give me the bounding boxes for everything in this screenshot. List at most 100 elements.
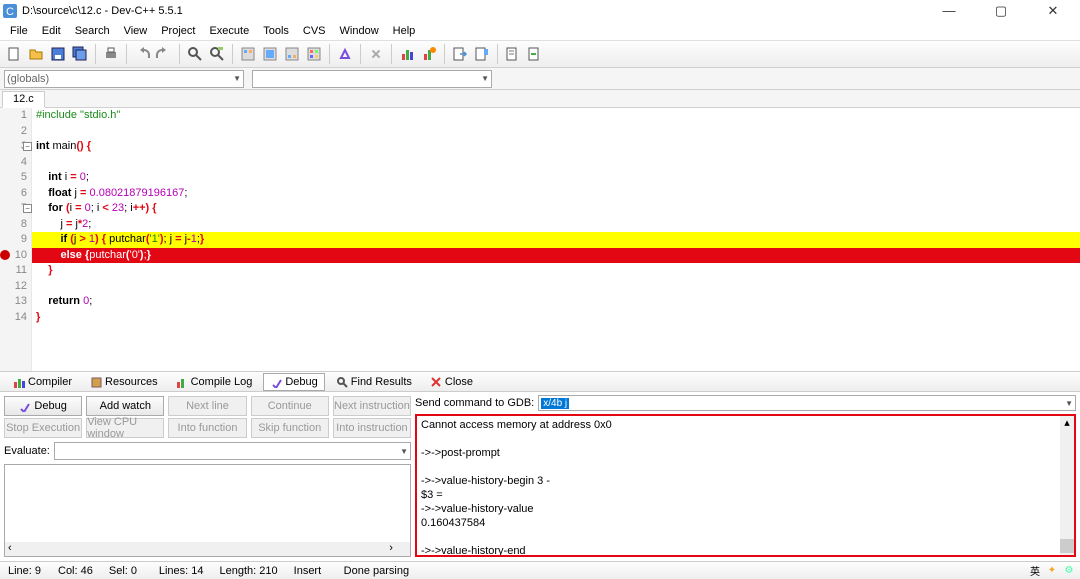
tray-icon[interactable]: ✦ bbox=[1045, 564, 1059, 578]
stop-icon[interactable] bbox=[366, 44, 386, 64]
debug-btn-into-instruction: Into instruction bbox=[333, 418, 411, 438]
bookmark-icon[interactable] bbox=[472, 44, 492, 64]
code-line[interactable]: } bbox=[32, 310, 1080, 326]
tray-icon[interactable]: ⚙ bbox=[1062, 564, 1076, 578]
rebuild-icon[interactable] bbox=[304, 44, 324, 64]
console-line: ->->post-prompt bbox=[421, 446, 1070, 460]
run-icon[interactable] bbox=[260, 44, 280, 64]
statusbar: Line: 9 Col: 46 Sel: 0 Lines: 14 Length:… bbox=[0, 561, 1080, 579]
console-line bbox=[421, 432, 1070, 446]
menu-search[interactable]: Search bbox=[69, 24, 116, 38]
redo-icon[interactable] bbox=[154, 44, 174, 64]
profile2-icon[interactable] bbox=[419, 44, 439, 64]
menu-help[interactable]: Help bbox=[387, 24, 422, 38]
status-lines: Lines: 14 bbox=[151, 565, 212, 577]
code-line[interactable] bbox=[32, 279, 1080, 295]
insert-icon[interactable] bbox=[503, 44, 523, 64]
print-icon[interactable] bbox=[101, 44, 121, 64]
code-line[interactable]: else {putchar('0');} bbox=[32, 248, 1080, 264]
status-mode: Insert bbox=[286, 565, 336, 577]
editor-tabstrip: 12.c bbox=[0, 90, 1080, 108]
evaluate-output[interactable]: ‹› bbox=[4, 464, 411, 557]
evaluate-combo[interactable]: ▼ bbox=[54, 442, 411, 460]
debug-btn-stop-execution: Stop Execution bbox=[4, 418, 82, 438]
close-button[interactable]: ✕ bbox=[1036, 3, 1070, 19]
status-sel: Sel: 0 bbox=[101, 565, 151, 577]
code-line[interactable]: int main() { bbox=[32, 139, 1080, 155]
code-line[interactable]: return 0; bbox=[32, 294, 1080, 310]
compile-run-icon[interactable] bbox=[282, 44, 302, 64]
menu-edit[interactable]: Edit bbox=[36, 24, 67, 38]
bottom-tab-compilelog[interactable]: Compile Log bbox=[169, 373, 260, 391]
profile-icon[interactable] bbox=[397, 44, 417, 64]
undo-icon[interactable] bbox=[132, 44, 152, 64]
code-line[interactable]: if (j > 1) { putchar('1'); j = j-1;} bbox=[32, 232, 1080, 248]
app-icon: C bbox=[2, 3, 18, 19]
gdb-label: Send command to GDB: bbox=[415, 397, 534, 409]
bottom-tab-close[interactable]: Close bbox=[423, 373, 480, 391]
debug-btn-next-line: Next line bbox=[168, 396, 246, 416]
bottom-tab-compiler[interactable]: Compiler bbox=[6, 373, 79, 391]
code-line[interactable]: for (i = 0; i < 23; i++) { bbox=[32, 201, 1080, 217]
evaluate-label: Evaluate: bbox=[4, 445, 50, 457]
debug-btn-view-cpu-window: View CPU window bbox=[86, 418, 164, 438]
menu-tools[interactable]: Tools bbox=[257, 24, 295, 38]
code-line[interactable]: j = j*2; bbox=[32, 217, 1080, 233]
tray-icon[interactable]: 英 bbox=[1028, 564, 1042, 578]
menu-project[interactable]: Project bbox=[155, 24, 201, 38]
menu-window[interactable]: Window bbox=[334, 24, 385, 38]
code-line[interactable] bbox=[32, 155, 1080, 171]
maximize-button[interactable]: ▢ bbox=[984, 3, 1018, 19]
debug-btn-add-watch[interactable]: Add watch bbox=[86, 396, 164, 416]
main-toolbar bbox=[0, 40, 1080, 68]
open-file-icon[interactable] bbox=[26, 44, 46, 64]
status-parse: Done parsing bbox=[336, 565, 1028, 577]
bottom-tab-debug[interactable]: Debug bbox=[263, 373, 324, 391]
members-combo[interactable]: ▼ bbox=[252, 70, 492, 88]
code-line[interactable]: } bbox=[32, 263, 1080, 279]
breakpoint-icon[interactable] bbox=[0, 250, 10, 260]
new-file-icon[interactable] bbox=[4, 44, 24, 64]
status-length: Length: 210 bbox=[212, 565, 286, 577]
menu-file[interactable]: File bbox=[4, 24, 34, 38]
code-line[interactable]: int i = 0; bbox=[32, 170, 1080, 186]
editor-tab[interactable]: 12.c bbox=[2, 91, 45, 108]
console-line bbox=[421, 460, 1070, 474]
menu-cvs[interactable]: CVS bbox=[297, 24, 332, 38]
debug-icon[interactable] bbox=[335, 44, 355, 64]
scrollbar-horizontal[interactable]: ‹› bbox=[5, 542, 396, 556]
code-line[interactable]: float j = 0.08021879196167; bbox=[32, 186, 1080, 202]
replace-icon[interactable] bbox=[207, 44, 227, 64]
save-icon[interactable] bbox=[48, 44, 68, 64]
class-browser-bar: (globals)▼ ▼ bbox=[0, 68, 1080, 90]
fold-icon[interactable]: − bbox=[23, 142, 32, 151]
console-line: 0.160437584 bbox=[421, 516, 1070, 530]
bottom-tab-findresults[interactable]: Find Results bbox=[329, 373, 419, 391]
debug-btn-into-function: Into function bbox=[168, 418, 246, 438]
code-line[interactable] bbox=[32, 124, 1080, 140]
scrollbar-vertical[interactable]: ▴ bbox=[1060, 416, 1074, 555]
globals-combo[interactable]: (globals)▼ bbox=[4, 70, 244, 88]
system-tray: 英✦⚙ bbox=[1028, 564, 1080, 578]
console-line: ->->value-history-value bbox=[421, 502, 1070, 516]
compile-icon[interactable] bbox=[238, 44, 258, 64]
svg-text:C: C bbox=[6, 6, 14, 18]
status-col: Col: 46 bbox=[50, 565, 101, 577]
saveall-icon[interactable] bbox=[70, 44, 90, 64]
window-title: D:\source\c\12.c - Dev-C++ 5.5.1 bbox=[22, 5, 932, 17]
minimize-button[interactable]: — bbox=[932, 3, 966, 19]
goto-icon[interactable] bbox=[450, 44, 470, 64]
debug-btn-debug[interactable]: Debug bbox=[4, 396, 82, 416]
gdb-console[interactable]: Cannot access memory at address 0x0 ->->… bbox=[415, 414, 1076, 557]
gdb-command-input[interactable]: x/4b j▼ bbox=[538, 395, 1076, 411]
comment-icon[interactable] bbox=[525, 44, 545, 64]
console-line: ->->value-history-end bbox=[421, 544, 1070, 557]
fold-icon[interactable]: − bbox=[23, 204, 32, 213]
debug-btn-next-instruction: Next instruction bbox=[333, 396, 411, 416]
find-icon[interactable] bbox=[185, 44, 205, 64]
code-line[interactable]: #include "stdio.h" bbox=[32, 108, 1080, 124]
code-editor[interactable]: 123−4567−891011121314 #include "stdio.h"… bbox=[0, 108, 1080, 371]
menu-view[interactable]: View bbox=[118, 24, 154, 38]
bottom-tab-resources[interactable]: Resources bbox=[83, 373, 165, 391]
menu-execute[interactable]: Execute bbox=[203, 24, 255, 38]
